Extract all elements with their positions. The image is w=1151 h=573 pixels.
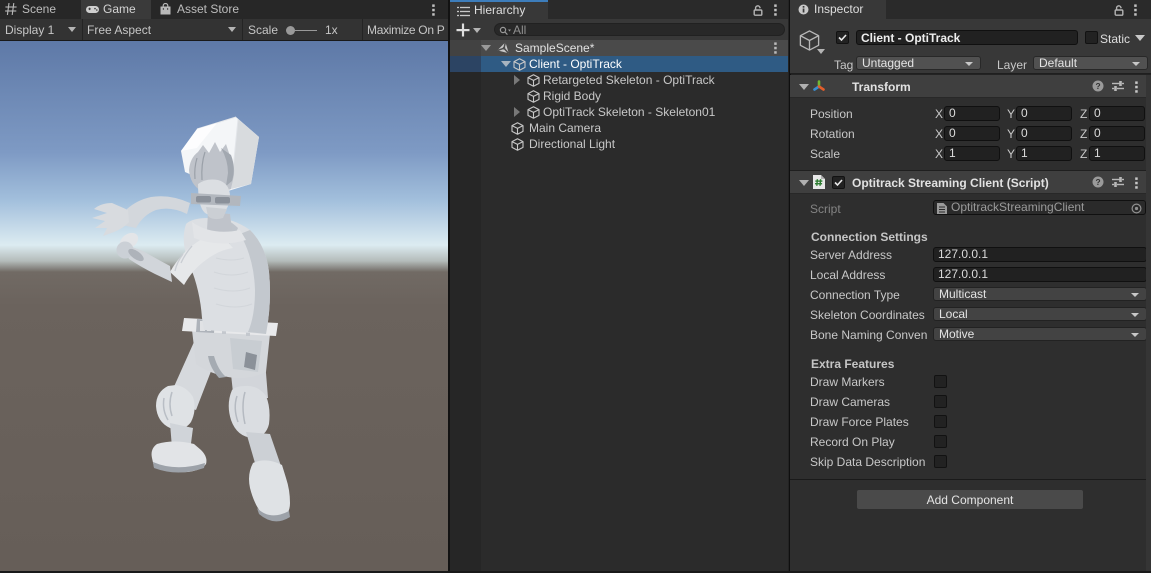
svg-text:?: ? <box>1095 81 1100 91</box>
svg-text:?: ? <box>1095 177 1100 187</box>
